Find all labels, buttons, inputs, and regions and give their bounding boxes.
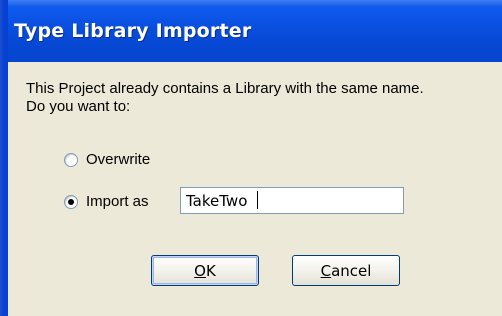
ok-button[interactable]: OK — [151, 255, 259, 286]
dialog-message: This Project already contains a Library … — [26, 80, 486, 116]
ok-mnemonic: O — [194, 261, 206, 280]
overwrite-label: Overwrite — [86, 151, 151, 168]
cancel-label: ancel — [331, 261, 372, 280]
title-bar-highlight — [0, 0, 502, 6]
cancel-mnemonic: C — [320, 261, 332, 280]
overwrite-option[interactable]: Overwrite — [64, 151, 150, 168]
text-caret — [257, 191, 258, 209]
import-as-radio[interactable] — [64, 194, 78, 209]
message-line-2: Do you want to: — [26, 98, 131, 115]
dialog-window: Type Library Importer This Project alrea… — [0, 0, 502, 316]
import-as-label: Import as — [86, 193, 149, 210]
ok-label: K — [205, 261, 216, 280]
import-name-input[interactable] — [180, 187, 404, 214]
message-line-1: This Project already contains a Library … — [26, 80, 424, 97]
window-left-border — [0, 0, 8, 316]
title-bar[interactable]: Type Library Importer — [0, 0, 502, 62]
overwrite-radio[interactable] — [64, 152, 78, 167]
dialog-title: Type Library Importer — [14, 20, 252, 42]
cancel-button[interactable]: Cancel — [292, 255, 400, 286]
import-as-option[interactable]: Import as — [64, 193, 149, 210]
